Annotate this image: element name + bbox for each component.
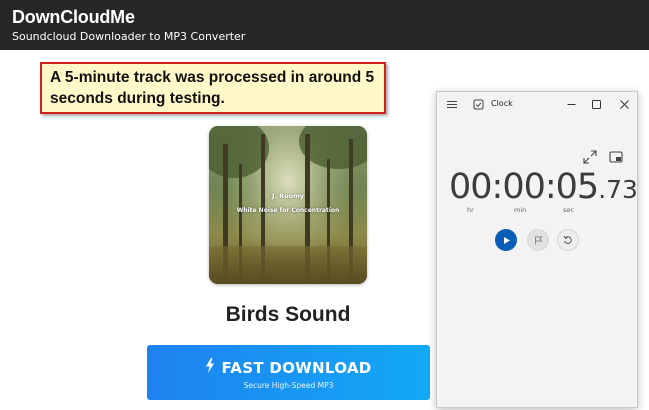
- download-sublabel: Secure High-Speed MP3: [243, 381, 334, 390]
- track-title: Birds Sound: [225, 303, 351, 326]
- album-artist-text: J. Roomy: [271, 192, 305, 200]
- clock-app-icon: [472, 96, 484, 112]
- site-header: DownCloudMe Soundcloud Downloader to MP3…: [0, 0, 649, 50]
- flag-icon: [534, 236, 542, 244]
- site-logo[interactable]: DownCloudMe: [12, 7, 135, 28]
- reset-button[interactable]: [557, 229, 579, 251]
- stopwatch-main: 00:00:05: [449, 167, 599, 207]
- play-button[interactable]: [495, 229, 517, 251]
- unit-hr: hr: [467, 206, 474, 214]
- clock-window: Clock 00:00:05.73 hr min sec: [436, 91, 638, 408]
- page: DownCloudMe Soundcloud Downloader to MP3…: [0, 0, 649, 410]
- stopwatch-time: 00:00:05.73: [449, 167, 638, 207]
- reset-icon: [563, 235, 572, 244]
- download-label: FAST DOWNLOAD: [221, 359, 372, 377]
- clock-titlebar: Clock: [437, 92, 637, 116]
- minimize-icon[interactable]: [560, 95, 582, 113]
- expand-icon[interactable]: [583, 150, 597, 164]
- fast-download-button[interactable]: FAST DOWNLOAD Secure High-Speed MP3: [147, 345, 430, 400]
- unit-min: min: [514, 206, 527, 214]
- play-icon: [503, 236, 510, 244]
- maximize-icon[interactable]: [585, 95, 607, 113]
- album-subtitle-text: White Noise for Concentration: [236, 207, 340, 214]
- clock-window-title: Clock: [491, 99, 513, 108]
- download-label-row: FAST DOWNLOAD: [147, 358, 430, 377]
- unit-sec: sec: [563, 206, 574, 214]
- stopwatch-fraction: .73: [598, 175, 638, 204]
- album-artwork: J. Roomy White Noise for Concentration: [209, 126, 367, 284]
- lap-button[interactable]: [527, 229, 549, 251]
- annotation-text: A 5-minute track was processed in around…: [50, 69, 375, 107]
- lightning-icon: [205, 358, 215, 377]
- annotation-callout: A 5-minute track was processed in around…: [40, 62, 386, 114]
- close-icon[interactable]: [613, 95, 635, 113]
- compact-overlay-icon[interactable]: [609, 150, 623, 164]
- site-tagline: Soundcloud Downloader to MP3 Converter: [12, 30, 246, 43]
- forest-floor: [209, 246, 367, 284]
- hamburger-icon[interactable]: [446, 96, 458, 112]
